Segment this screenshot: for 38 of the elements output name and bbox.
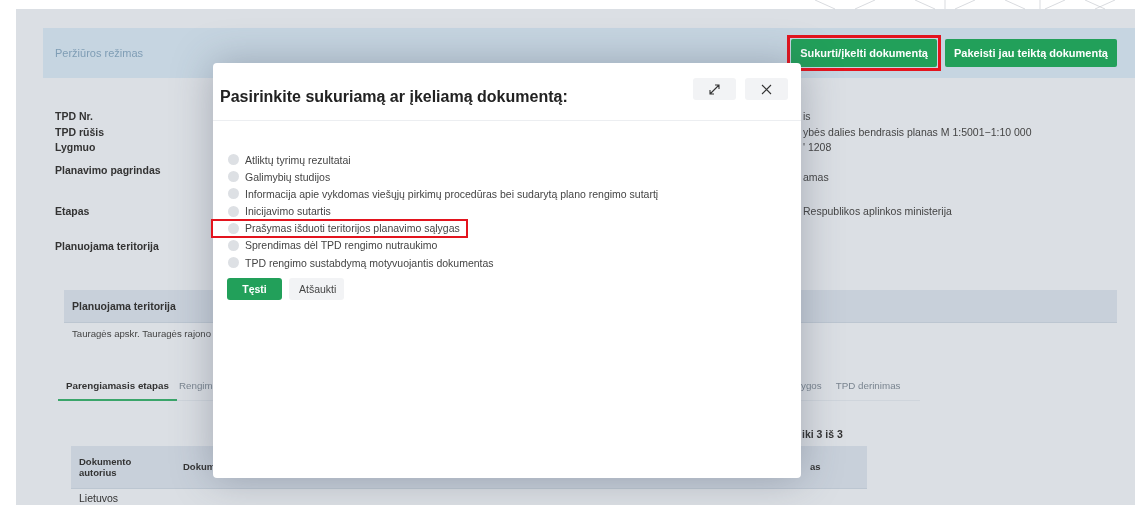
field-label: TPD Nr. — [55, 110, 93, 122]
column-header: Planuojama teritorija — [72, 299, 176, 312]
field-value: ybės dalies bendrasis planas M 1:5001−1:10 000 — [803, 125, 1032, 138]
tab[interactable]: Parengiamasis etapas — [58, 373, 177, 401]
cancel-button[interactable]: Atšaukti — [289, 278, 344, 301]
close-button[interactable] — [745, 78, 788, 100]
option-label[interactable]: TPD rengimo sustabdymą motyvuojantis dokumentas — [245, 256, 494, 269]
field-value: ' 1208 — [803, 141, 832, 153]
field-label: Planavimo pagrindas — [55, 163, 161, 176]
field-label: Lygmuo — [55, 141, 96, 153]
radio-button[interactable] — [228, 154, 239, 166]
field-label: Planuojama teritorija — [55, 239, 159, 252]
option-label[interactable]: Galimybių studijos — [245, 170, 331, 183]
option-label[interactable]: Atliktų tyrimų rezultatai — [245, 153, 351, 166]
radio-button[interactable] — [228, 239, 239, 251]
table-cell: Lietuvos — [79, 491, 119, 504]
option-label[interactable]: Inicijavimo sutartis — [245, 205, 331, 218]
option-label[interactable]: Informacija apie vykdomas viešųjų pirkimų procedūras bei sudarytą plano rengimo sutartį — [245, 187, 659, 200]
field-label: TPD rūšis — [55, 125, 104, 138]
column-header: as — [810, 461, 822, 472]
field-label: Etapas — [55, 204, 90, 217]
close-icon — [761, 83, 772, 95]
expand-icon — [709, 83, 720, 95]
field-value: Respublikos aplinkos ministerija — [803, 204, 952, 217]
view-mode-label: Peržiūros režimas — [55, 47, 144, 59]
column-header: Dokumento autorius — [79, 455, 133, 478]
dialog-title: Pasirinkite sukuriamą ar įkeliamą dokumentą: — [220, 88, 568, 106]
table-cell-text: Tauragės apskr. Tauragės rajono — [71, 326, 213, 341]
radio-button[interactable] — [228, 257, 239, 269]
field-value: is — [803, 110, 811, 122]
radio-button[interactable] — [228, 222, 239, 234]
field-value: amas — [803, 169, 829, 183]
radio-button[interactable] — [228, 171, 239, 183]
radio-button[interactable] — [228, 188, 239, 200]
pagination-text: iki 3 iš 3 — [802, 427, 843, 440]
option-label[interactable]: Sprendimas dėl TPD rengimo nutraukimo — [245, 239, 438, 252]
radio-button[interactable] — [228, 205, 239, 217]
expand-button[interactable] — [693, 78, 736, 100]
